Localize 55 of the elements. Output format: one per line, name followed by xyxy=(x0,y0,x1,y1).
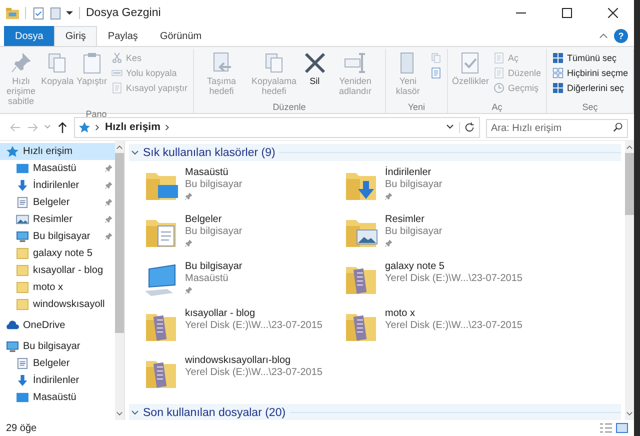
section-header[interactable]: Sık kullanılan klasörler (9) xyxy=(129,144,621,161)
ribbon-group-label: Yeni xyxy=(408,102,425,113)
help-button[interactable]: ? xyxy=(614,29,628,43)
nav-item[interactable]: Bu bilgisayar xyxy=(0,338,115,355)
nav-item[interactable]: Belgeler xyxy=(0,194,115,211)
item-location: Yerel Disk (E:)\W...\23-07-2015 xyxy=(185,367,322,379)
item-location: Bu bilgisayar xyxy=(185,179,242,191)
item-location: Bu bilgisayar xyxy=(385,226,442,238)
item-location: Masaüstü xyxy=(185,273,230,285)
item-name[interactable]: Bu bilgisayar xyxy=(185,261,242,273)
nav-item[interactable]: Bu bilgisayar xyxy=(0,228,115,245)
nav-item[interactable]: İndirilenler xyxy=(0,372,115,389)
item-location: Yerel Disk (E:)\W...\23-07-2015 xyxy=(385,320,522,332)
ribbon-group-label: Seç xyxy=(582,102,598,113)
ribbon-button[interactable]: Tümünü seç xyxy=(550,51,630,65)
search-field[interactable]: Ara: Hızlı erişim xyxy=(486,118,628,138)
item-name[interactable]: İndirilenler xyxy=(385,167,442,179)
breadcrumb[interactable]: Hızlı erişim xyxy=(105,121,160,133)
ribbon-button[interactable]: Hiçbirini seçme xyxy=(550,66,630,80)
nav-item[interactable]: kısayollar - blog xyxy=(0,262,115,279)
nav-item[interactable]: Masaüstü xyxy=(0,389,115,406)
item-name[interactable]: Masaüstü xyxy=(185,167,242,179)
item-location: Bu bilgisayar xyxy=(385,179,442,191)
item-name[interactable]: moto x xyxy=(385,308,522,320)
item-location: Bu bilgisayar xyxy=(185,226,242,238)
nav-item[interactable]: Hızlı erişim xyxy=(0,143,115,160)
item-location: Yerel Disk (E:)\W...\23-07-2015 xyxy=(185,320,322,332)
section-title: Son kullanılan dosyalar (20) xyxy=(143,406,286,418)
ribbon-button[interactable]: Sil xyxy=(302,49,328,102)
ribbon-group-label: Düzenle xyxy=(272,102,306,113)
nav-item[interactable]: İndirilenler xyxy=(0,177,115,194)
item-count: 29 öğe xyxy=(6,422,37,434)
ribbon-group-label: Aç xyxy=(492,102,502,113)
ribbon-tab[interactable]: Görünüm xyxy=(148,26,213,46)
item-location: Yerel Disk (E:)\W...\23-07-2015 xyxy=(385,273,522,285)
item-name[interactable]: galaxy note 5 xyxy=(385,261,522,273)
item-name[interactable]: Resimler xyxy=(385,214,442,226)
item-name[interactable]: windowskısayolları-blog xyxy=(185,355,322,367)
nav-item[interactable]: windowskısayoll xyxy=(0,296,115,313)
window-title: Dosya Gezgini xyxy=(86,7,161,19)
ribbon-tab[interactable]: Dosya xyxy=(4,26,54,46)
nav-item[interactable]: Resimler xyxy=(0,211,115,228)
ribbon-tab[interactable]: Paylaş xyxy=(96,26,149,46)
section-header[interactable]: Son kullanılan dosyalar (20) xyxy=(129,404,621,420)
nav-item[interactable]: OneDrive xyxy=(0,317,115,334)
section-title: Sık kullanılan klasörler (9) xyxy=(143,146,276,158)
nav-item[interactable]: Masaüstü xyxy=(0,160,115,177)
address-bar[interactable]: Hızlı erişim xyxy=(74,116,480,138)
nav-item[interactable]: moto x xyxy=(0,279,115,296)
ribbon-tab[interactable]: Giriş xyxy=(54,26,97,46)
nav-item[interactable]: galaxy note 5 xyxy=(0,245,115,262)
item-name[interactable]: kısayollar - blog xyxy=(185,308,322,320)
nav-item[interactable]: Belgeler xyxy=(0,355,115,372)
ribbon-button[interactable]: Diğerlerini seç xyxy=(550,81,630,95)
item-name[interactable]: Belgeler xyxy=(185,214,242,226)
